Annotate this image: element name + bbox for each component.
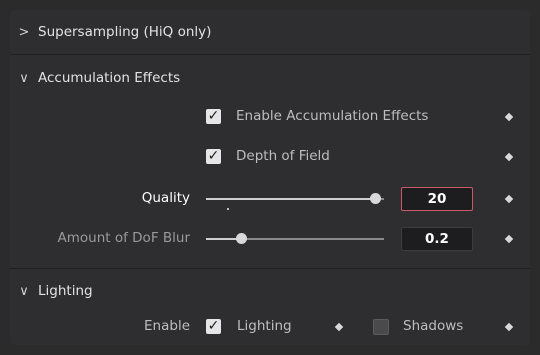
section-title-supersampling: Supersampling (HiQ only) [38,24,212,40]
depth-of-field-checkbox[interactable]: ✓ [206,149,221,164]
section-header-supersampling[interactable]: > Supersampling (HiQ only) [10,10,530,55]
chevron-right-icon: > [18,24,30,40]
shadows-label: Shadows [403,318,464,334]
quality-slider-track[interactable] [206,198,384,200]
dof-blur-label: Amount of DoF Blur [57,230,190,246]
section-title-accumulation: Accumulation Effects [38,70,181,86]
row-enable-accumulation: ✓ Enable Accumulation Effects [10,102,530,132]
shadows-checkbox[interactable] [373,319,389,335]
chevron-down-icon: ∨ [19,283,29,299]
enable-accumulation-label: Enable Accumulation Effects [236,108,429,124]
row-dof-blur: Amount of DoF Blur 0.2 [10,224,530,254]
keyframe-diamond-icon[interactable] [504,194,514,204]
section-title-lighting: Lighting [38,283,93,299]
keyframe-diamond-icon[interactable] [504,112,514,122]
chevron-down-icon: ∨ [19,70,29,86]
lighting-enable-label: Enable [144,318,190,334]
quality-slider-thumb[interactable] [369,193,381,204]
keyframe-diamond-icon[interactable] [504,322,514,332]
keyframe-diamond-icon[interactable] [504,152,514,162]
lighting-label: Lighting [237,318,292,334]
quality-value-field[interactable]: 20 [401,187,473,211]
row-quality: Quality 20 [10,184,530,214]
depth-of-field-label: Depth of Field [236,148,330,164]
dof-blur-value-field[interactable]: 0.2 [401,227,473,251]
inspector-panel: > Supersampling (HiQ only) ∨ Accumulatio… [10,10,530,345]
keyframe-diamond-icon[interactable] [334,322,344,332]
enable-accumulation-checkbox[interactable]: ✓ [206,109,221,124]
dof-blur-slider-thumb[interactable] [236,233,248,244]
lighting-checkbox[interactable]: ✓ [206,319,221,334]
row-depth-of-field: ✓ Depth of Field [10,142,530,172]
keyframe-diamond-icon[interactable] [504,234,514,244]
row-lighting-enable: Enable ✓ Lighting Shadows [10,312,530,342]
section-header-accumulation[interactable]: ∨ Accumulation Effects [10,56,530,100]
quality-slider-fill [206,198,376,200]
quality-default-tick [227,208,229,210]
section-header-lighting[interactable]: ∨ Lighting [10,268,530,313]
dof-blur-slider-track[interactable] [206,238,384,240]
quality-label: Quality [141,190,190,206]
